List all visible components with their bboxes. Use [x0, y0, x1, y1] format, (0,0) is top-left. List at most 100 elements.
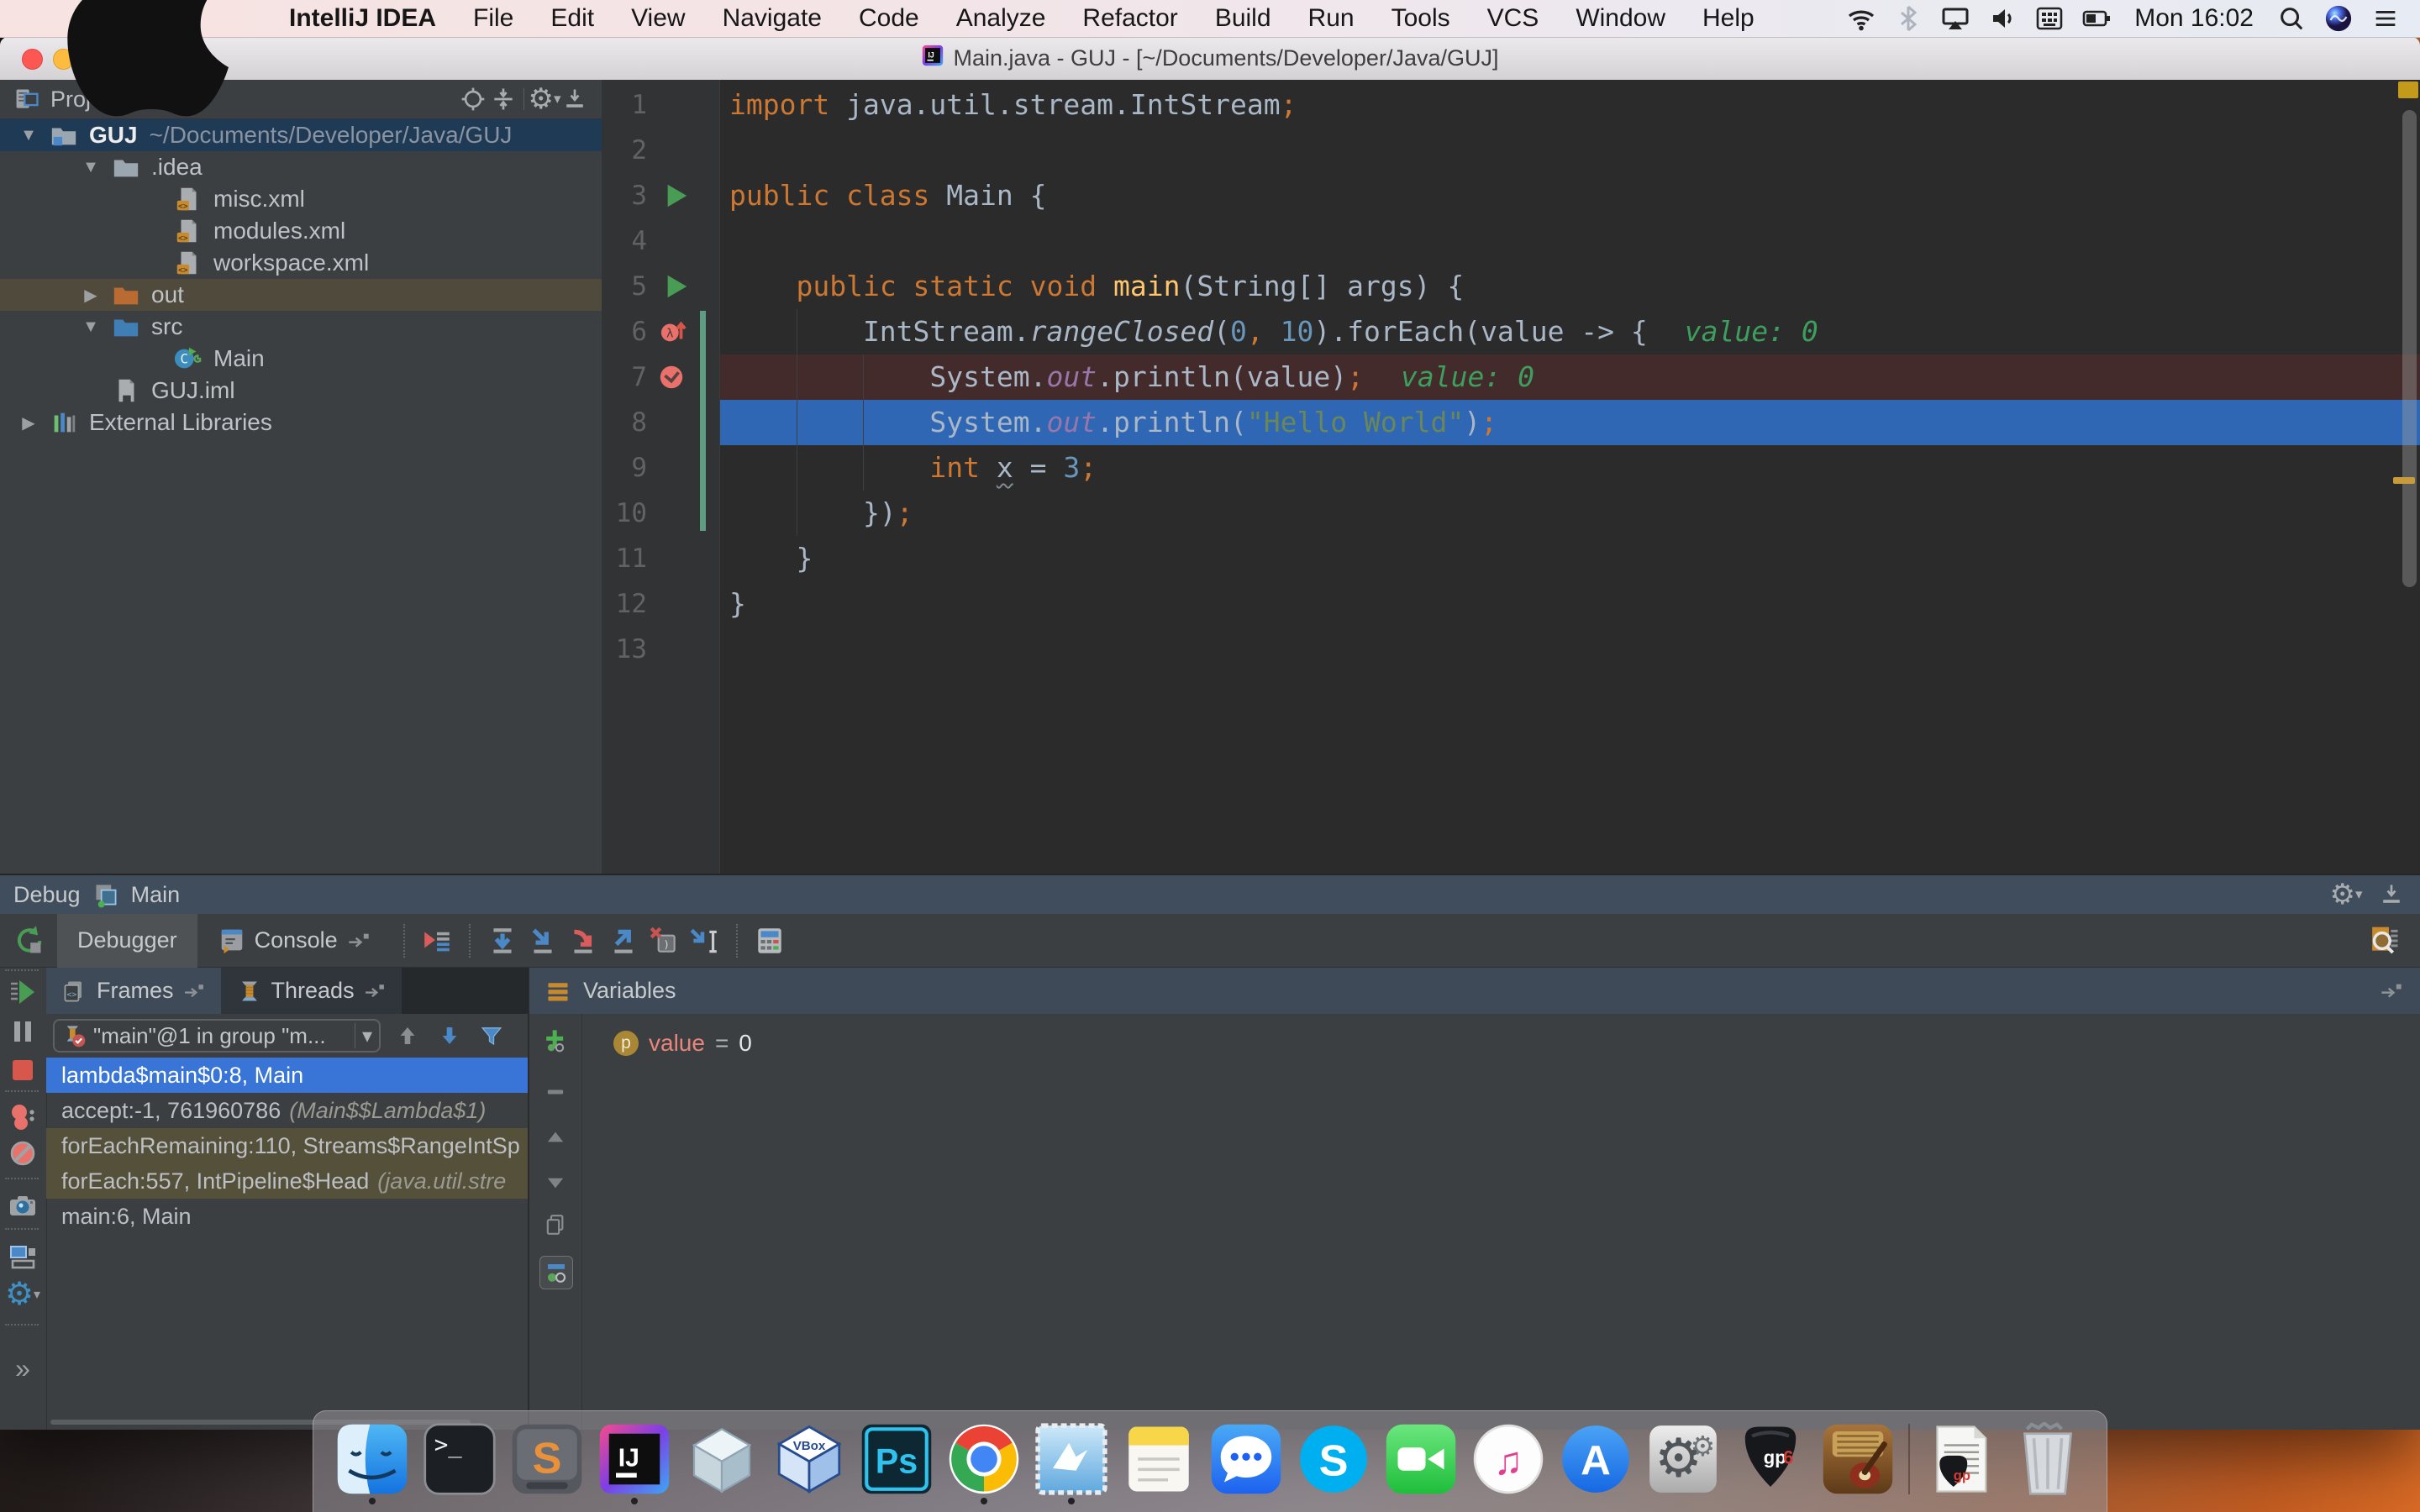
force-step-into-button[interactable] [563, 921, 603, 961]
thread-dump-icon[interactable] [8, 1190, 38, 1221]
restore-layout-button[interactable] [7, 1242, 39, 1273]
dock-app-garageband[interactable] [1821, 1422, 1895, 1496]
dock-app-chrome[interactable] [947, 1422, 1021, 1496]
airplay-icon[interactable] [1940, 3, 1970, 34]
view-breakpoints-icon[interactable] [8, 1101, 38, 1131]
tree-expanded-arrow-icon[interactable]: ▼ [72, 158, 109, 177]
thread-dump-button[interactable] [7, 1189, 39, 1221]
show-execution-point-button[interactable] [417, 921, 457, 961]
rerun-icon[interactable] [12, 924, 45, 958]
trash-icon[interactable] [2011, 1422, 2085, 1496]
messages-icon[interactable] [1209, 1422, 1283, 1496]
menu-help[interactable]: Help [1684, 4, 1773, 33]
mail-icon[interactable] [1034, 1422, 1108, 1496]
menu-window[interactable]: Window [1557, 4, 1684, 33]
hide-panel-button[interactable] [2376, 879, 2407, 910]
run-gutter-icon[interactable] [662, 272, 691, 301]
warning-stripe-mark[interactable] [2393, 477, 2415, 484]
sysprefs-icon[interactable]: ⚙⚙ [1646, 1422, 1720, 1496]
dock-app-trash[interactable] [2011, 1422, 2085, 1496]
step-out-button[interactable] [603, 921, 644, 961]
tab-debugger[interactable]: Debugger [57, 914, 197, 968]
move-up-button[interactable] [539, 1123, 571, 1155]
tree-item-modules-xml[interactable]: <>modules.xml [0, 215, 602, 247]
evaluate-expression-button[interactable] [750, 921, 790, 961]
menu-clock[interactable]: Mon 16:02 [2129, 4, 2259, 33]
menu-edit[interactable]: Edit [532, 4, 613, 33]
garageband-icon[interactable] [1821, 1422, 1895, 1496]
error-stripe-indicator[interactable] [2398, 81, 2418, 98]
variable-row[interactable]: p value = 0 [581, 1026, 752, 1061]
skype-icon[interactable]: S [1297, 1422, 1370, 1496]
jump-to-icon[interactable] [346, 928, 371, 953]
jump-to-icon[interactable] [2376, 976, 2407, 1006]
filter-button[interactable] [476, 1021, 507, 1051]
move-up-icon[interactable] [543, 1126, 568, 1152]
menu-navigate[interactable]: Navigate [704, 4, 840, 33]
dock-app-system-preferences[interactable]: ⚙⚙ [1646, 1422, 1720, 1496]
spotlight-icon[interactable] [2277, 4, 2306, 33]
photoshop-icon[interactable]: Ps [860, 1422, 934, 1496]
duplicate-icon[interactable] [543, 1212, 568, 1237]
restore-layout-icon[interactable] [8, 1242, 38, 1273]
mute-breakpoints-icon[interactable] [8, 1138, 38, 1168]
virtualbox-icon[interactable]: VBox [772, 1422, 846, 1496]
class-search-icon[interactable] [2365, 923, 2401, 958]
stop-icon[interactable] [8, 1055, 38, 1085]
show-watches-icon[interactable] [544, 1260, 569, 1285]
hide-panel-icon[interactable] [561, 86, 588, 113]
pause-icon[interactable] [8, 1016, 38, 1047]
apple-logo-icon[interactable] [0, 0, 271, 159]
menu-run[interactable]: Run [1290, 4, 1373, 33]
menu-code[interactable]: Code [840, 4, 938, 33]
jump-to-icon[interactable] [363, 979, 387, 1003]
stack-frame-row[interactable]: forEachRemaining:110, Streams$RangeIntSp [46, 1128, 528, 1163]
stack-frame-row[interactable]: accept:-1, 761960786(Main$$Lambda$1) [46, 1093, 528, 1128]
tree-item-src[interactable]: ▼src [0, 311, 602, 343]
dock-app-intellij-idea[interactable]: IJ [597, 1422, 671, 1496]
dock-app-photoshop[interactable]: Ps [860, 1422, 934, 1496]
code-editor[interactable]: 123456λ78910111213import java.util.strea… [602, 80, 2420, 874]
menu-intellij-idea[interactable]: IntelliJ IDEA [271, 4, 455, 33]
dock-app-finder[interactable] [335, 1422, 409, 1496]
stack-frame-row[interactable]: main:6, Main [46, 1199, 528, 1234]
menu-analyze[interactable]: Analyze [938, 4, 1065, 33]
tree-item-misc-xml[interactable]: <>misc.xml [0, 183, 602, 215]
resume-button[interactable] [7, 976, 39, 1008]
tab-threads[interactable]: Threads [221, 968, 402, 1014]
tab-console[interactable]: Console [197, 914, 392, 968]
locate-button[interactable] [458, 84, 488, 114]
show-watches-button[interactable] [539, 1256, 573, 1289]
settings-button[interactable]: ⚙▾ [529, 84, 560, 114]
show-execution-point-icon[interactable] [421, 925, 453, 957]
dock-app-itunes[interactable]: ♫ [1471, 1422, 1545, 1496]
notes-icon[interactable] [1122, 1422, 1196, 1496]
run-to-cursor-button[interactable] [684, 921, 724, 961]
dock-app-skype[interactable]: S [1297, 1422, 1370, 1496]
filter-icon[interactable] [479, 1023, 504, 1048]
view-breakpoints-button[interactable] [7, 1100, 39, 1132]
gpdoc-icon[interactable]: gp [1923, 1422, 1997, 1496]
duplicate-button[interactable] [539, 1209, 571, 1241]
editor-gutter[interactable]: 123456λ78910111213 [602, 80, 720, 874]
move-down-blue-icon[interactable] [437, 1023, 462, 1048]
breakpoint-verified-icon[interactable] [657, 363, 686, 391]
appstore-icon[interactable]: A [1559, 1422, 1633, 1496]
dock-app-mail[interactable] [1034, 1422, 1108, 1496]
run-gutter-icon[interactable] [662, 181, 691, 210]
menu-refactor[interactable]: Refactor [1064, 4, 1196, 33]
dock-app-guitar-pro-6[interactable]: gp6 [1733, 1422, 1807, 1496]
window-title-bar[interactable]: IJ Main.java - GUJ - [~/Documents/Develo… [0, 37, 2420, 81]
finder-icon[interactable] [335, 1422, 409, 1496]
dock-app-terminal[interactable]: >_ [423, 1422, 497, 1496]
add-watch-button[interactable] [539, 1024, 571, 1056]
resume-icon[interactable] [8, 977, 38, 1007]
keypad-icon[interactable] [2034, 3, 2065, 34]
settings-blue-icon[interactable]: ⚙▾ [8, 1279, 38, 1310]
rerun-button[interactable] [8, 921, 49, 961]
battery-icon[interactable] [2081, 3, 2112, 34]
evaluate-expression-icon[interactable] [754, 925, 786, 957]
collapse-all-button[interactable] [488, 84, 518, 114]
stack-frame-row[interactable]: lambda$main$0:8, Main [46, 1058, 528, 1093]
siri-icon[interactable] [2324, 4, 2353, 33]
